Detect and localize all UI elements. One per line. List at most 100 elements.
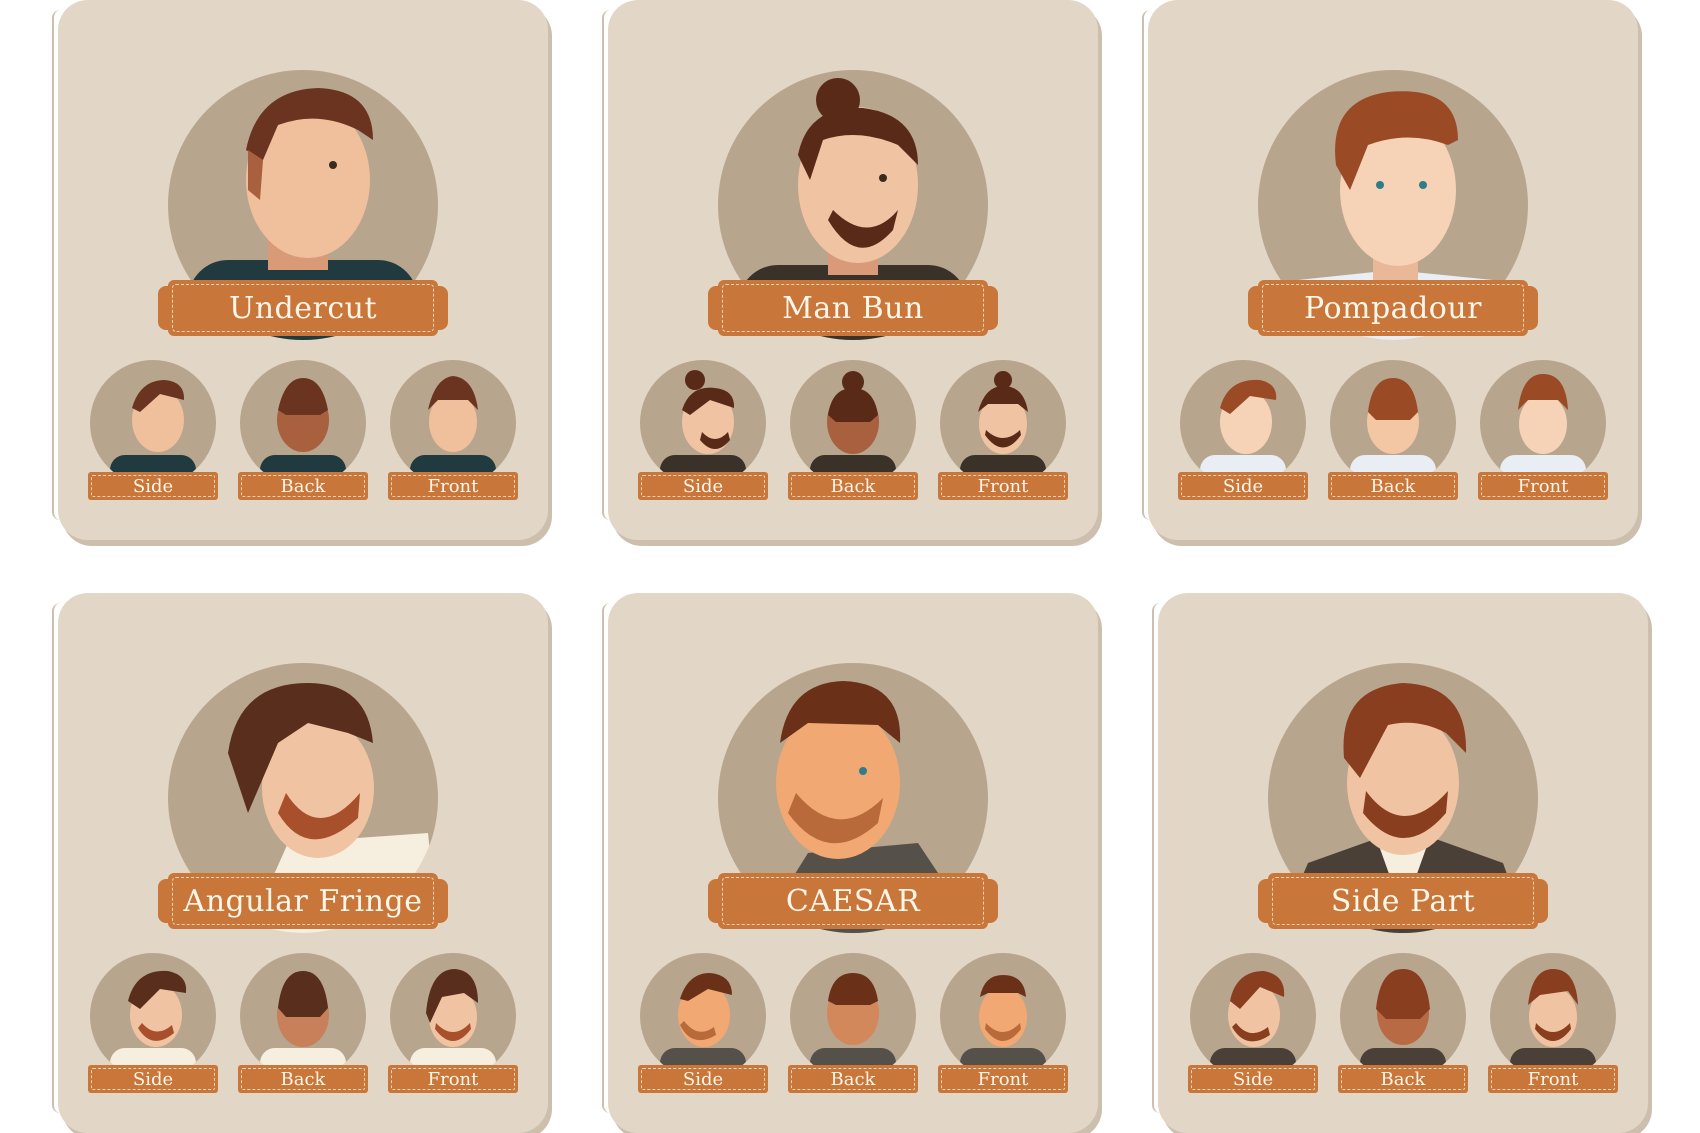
view-thumb-back[interactable]: Back [1338, 953, 1468, 1093]
view-thumb-side[interactable]: Side [88, 360, 218, 500]
thumb-label: Front [977, 1068, 1029, 1090]
back-view-illustration [1350, 378, 1436, 486]
thumb-circle [1330, 360, 1456, 486]
view-thumb-front[interactable]: Front [1478, 360, 1608, 500]
thumb-circle [790, 360, 916, 486]
thumb-label: Side [132, 475, 174, 497]
view-thumbnails: Side Back Front [88, 953, 518, 1093]
view-thumb-front[interactable]: Front [388, 953, 518, 1093]
thumb-label: Back [280, 475, 326, 497]
thumb-circle [390, 953, 516, 1079]
thumb-label: Back [1380, 1068, 1426, 1090]
thumb-label: Side [682, 1068, 724, 1090]
style-title: Pompadour [1304, 290, 1482, 326]
view-thumb-front[interactable]: Front [938, 953, 1068, 1093]
card-edge [602, 603, 610, 1113]
view-thumbnails: Side Back Front [638, 953, 1068, 1093]
back-view-illustration [810, 973, 896, 1079]
hairstyle-card-man-bun: Man Bun Side Back Front [602, 0, 1098, 540]
thumb-circle [1180, 360, 1306, 486]
front-view-illustration [960, 371, 1046, 486]
thumb-label: Front [1517, 475, 1569, 497]
thumb-label-box: Front [938, 1065, 1068, 1093]
view-thumb-front[interactable]: Front [938, 360, 1068, 500]
view-thumb-front[interactable]: Front [1488, 953, 1618, 1093]
view-thumbnails: Side Back Front [1188, 953, 1618, 1093]
style-title: Angular Fringe [183, 883, 423, 919]
thumb-circle [940, 953, 1066, 1079]
view-thumb-back[interactable]: Back [238, 953, 368, 1093]
back-view-illustration [260, 971, 346, 1079]
thumb-label-box: Back [238, 472, 368, 500]
view-thumb-side[interactable]: Side [638, 953, 768, 1093]
thumb-label: Side [682, 475, 724, 497]
view-thumb-back[interactable]: Back [1328, 360, 1458, 500]
side-view-illustration [1210, 971, 1296, 1079]
thumb-circle [940, 360, 1066, 486]
thumb-label-box: Front [1478, 472, 1608, 500]
view-thumb-side[interactable]: Side [1188, 953, 1318, 1093]
front-view-illustration [410, 376, 496, 486]
thumb-circle [90, 953, 216, 1079]
thumb-label-box: Side [88, 472, 218, 500]
thumb-label: Back [830, 1068, 876, 1090]
hairstyle-card-angular-fringe: Angular Fringe Side Back Front [52, 593, 548, 1133]
thumb-label-box: Back [1338, 1065, 1468, 1093]
front-view-illustration [1510, 969, 1596, 1079]
thumb-label: Back [830, 475, 876, 497]
view-thumb-side[interactable]: Side [88, 953, 218, 1093]
style-title-banner: CAESAR [708, 873, 998, 929]
thumb-label-box: Front [388, 472, 518, 500]
thumb-label-box: Side [638, 472, 768, 500]
view-thumb-back[interactable]: Back [788, 953, 918, 1093]
thumb-circle [1190, 953, 1316, 1079]
hairstyle-card-undercut: Undercut Side Back Front [52, 0, 548, 540]
thumb-circle [390, 360, 516, 486]
front-view-illustration [410, 969, 496, 1079]
thumb-label-box: Back [238, 1065, 368, 1093]
view-thumb-side[interactable]: Side [1178, 360, 1308, 500]
card-edge [1142, 10, 1150, 520]
thumb-label: Side [1232, 1068, 1274, 1090]
view-thumbnails: Side Back Front [1178, 360, 1608, 500]
side-view-illustration [110, 380, 196, 486]
thumb-circle [640, 360, 766, 486]
style-title-banner: Pompadour [1248, 280, 1538, 336]
hairstyle-card-caesar: CAESAR Side Back Front [602, 593, 1098, 1133]
view-thumb-front[interactable]: Front [388, 360, 518, 500]
thumb-label-box: Front [938, 472, 1068, 500]
thumb-circle [1480, 360, 1606, 486]
hairstyle-card-side-part: Side Part Side Back Front [1152, 593, 1648, 1133]
thumb-circle [240, 953, 366, 1079]
card-edge [52, 10, 60, 520]
thumb-label-box: Side [88, 1065, 218, 1093]
thumb-circle [240, 360, 366, 486]
hairstyle-card-pompadour: Pompadour Side Back Front [1142, 0, 1638, 540]
thumb-label: Back [280, 1068, 326, 1090]
thumb-label: Front [977, 475, 1029, 497]
view-thumbnails: Side Back Front [638, 360, 1068, 500]
view-thumb-back[interactable]: Back [238, 360, 368, 500]
thumb-label-box: Side [638, 1065, 768, 1093]
back-view-illustration [810, 371, 896, 486]
thumb-label-box: Back [788, 472, 918, 500]
style-title: CAESAR [785, 883, 921, 919]
style-title: Man Bun [782, 290, 924, 326]
style-title: Side Part [1330, 883, 1476, 919]
style-title-banner: Man Bun [708, 280, 998, 336]
side-view-illustration [1200, 379, 1286, 486]
thumb-circle [90, 360, 216, 486]
card-edge [1152, 603, 1160, 1113]
style-title-banner: Undercut [158, 280, 448, 336]
thumb-label: Back [1370, 475, 1416, 497]
thumb-label-box: Side [1188, 1065, 1318, 1093]
thumb-label-box: Back [788, 1065, 918, 1093]
thumb-label: Front [427, 1068, 479, 1090]
back-view-illustration [1360, 969, 1446, 1079]
view-thumb-side[interactable]: Side [638, 360, 768, 500]
front-view-illustration [1500, 374, 1586, 486]
back-view-illustration [260, 378, 346, 486]
style-title: Undercut [228, 290, 378, 326]
side-view-illustration [660, 973, 746, 1079]
view-thumb-back[interactable]: Back [788, 360, 918, 500]
